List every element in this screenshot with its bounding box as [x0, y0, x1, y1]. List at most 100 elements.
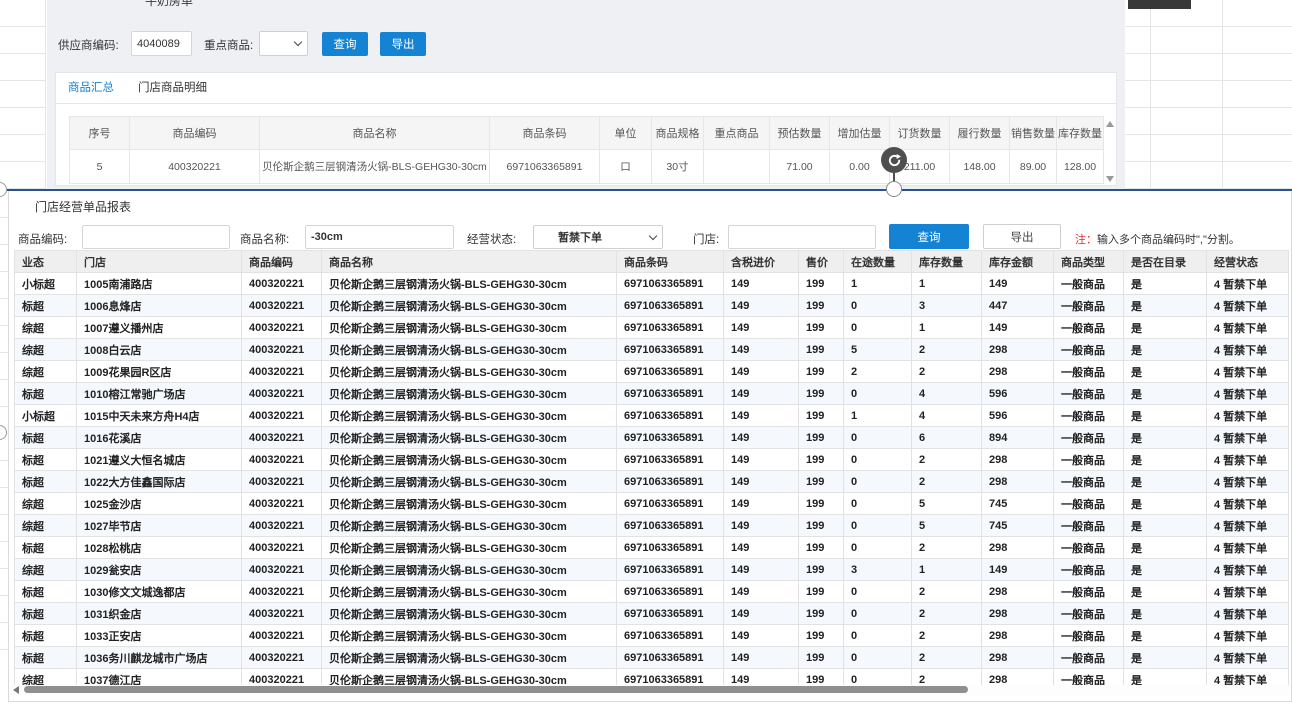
- cell: 298: [982, 361, 1054, 383]
- cell: 149: [724, 273, 799, 295]
- cell: 综超: [15, 317, 77, 339]
- header-cell: 履行数量: [950, 117, 1010, 150]
- cell: 2: [912, 603, 982, 625]
- cell: 745: [982, 515, 1054, 537]
- cell: 199: [799, 383, 844, 405]
- cell: 1: [912, 317, 982, 339]
- cell: 贝伦斯企鹅三层钢清汤火锅-BLS-GEHG30-30cm: [322, 625, 617, 647]
- cell: 贝伦斯企鹅三层钢清汤火锅-BLS-GEHG30-30cm: [322, 581, 617, 603]
- header-cell: 经营状态: [1207, 251, 1289, 273]
- cell: 一般商品: [1054, 581, 1124, 603]
- triangle-down-icon[interactable]: [1106, 176, 1114, 182]
- cell: 199: [799, 515, 844, 537]
- tab-store-product-detail[interactable]: 门店商品明细: [126, 73, 219, 104]
- bottom-export-button[interactable]: 导出: [983, 224, 1061, 249]
- cell: 149: [724, 405, 799, 427]
- cell: 1031织金店: [77, 603, 242, 625]
- cell: 400320221: [242, 427, 322, 449]
- cell: 4 暂禁下单: [1207, 559, 1289, 581]
- cell: 4 暂禁下单: [1207, 493, 1289, 515]
- cell: 口: [600, 150, 652, 184]
- header-cell: 重点商品: [704, 117, 770, 150]
- cell: 一般商品: [1054, 273, 1124, 295]
- table-row: 标超1016花溪店400320221贝伦斯企鹅三层钢清汤火锅-BLS-GEHG3…: [15, 427, 1289, 449]
- cell: 贝伦斯企鹅三层钢清汤火锅-BLS-GEHG30-30cm: [322, 647, 617, 669]
- grid-column-line: [45, 0, 46, 189]
- cell: 一般商品: [1054, 449, 1124, 471]
- cell: 2: [844, 361, 912, 383]
- cell: 4 暂禁下单: [1207, 581, 1289, 603]
- cell: 0: [844, 537, 912, 559]
- table-row: 小标超1015中天未来方舟H4店400320221贝伦斯企鹅三层钢清汤火锅-BL…: [15, 405, 1289, 427]
- cell: 标超: [15, 471, 77, 493]
- product-name-input[interactable]: [305, 225, 454, 249]
- cell: 贝伦斯企鹅三层钢清汤火锅-BLS-GEHG30-30cm: [322, 317, 617, 339]
- store-label: 门店:: [693, 231, 719, 247]
- supplier-code-input[interactable]: [131, 31, 192, 56]
- cell: 标超: [15, 647, 77, 669]
- spreadsheet-grid-left: [0, 0, 46, 189]
- header-cell: 商品名称: [260, 117, 490, 150]
- table-row: 标超1010榕江常驰广场店400320221贝伦斯企鹅三层钢清汤火锅-BLS-G…: [15, 383, 1289, 405]
- cell: 是: [1124, 581, 1207, 603]
- cell: 149: [982, 559, 1054, 581]
- cell: 199: [799, 295, 844, 317]
- cell: 1029瓮安店: [77, 559, 242, 581]
- key-product-select[interactable]: [259, 31, 308, 56]
- cell: 400320221: [242, 295, 322, 317]
- cell: 一般商品: [1054, 493, 1124, 515]
- refresh-icon[interactable]: [881, 147, 907, 173]
- cell: 1: [844, 405, 912, 427]
- cell: 199: [799, 361, 844, 383]
- cell: 0: [844, 427, 912, 449]
- triangle-left-icon[interactable]: [13, 686, 19, 694]
- header-cell: 商品编码: [242, 251, 322, 273]
- cell: 400320221: [242, 449, 322, 471]
- horizontal-scrollbar[interactable]: [10, 685, 1290, 695]
- cell: 是: [1124, 405, 1207, 427]
- product-code-input[interactable]: [82, 225, 230, 249]
- cell: 149: [724, 449, 799, 471]
- cell: 一般商品: [1054, 537, 1124, 559]
- cell: 5: [70, 150, 130, 184]
- cell: 298: [982, 471, 1054, 493]
- cell: 128.00: [1057, 150, 1104, 184]
- cell: 0: [844, 449, 912, 471]
- cell: 149: [724, 581, 799, 603]
- header-cell: 库存金额: [982, 251, 1054, 273]
- cell: 一般商品: [1054, 405, 1124, 427]
- cell: 1033正安店: [77, 625, 242, 647]
- cell: 贝伦斯企鹅三层钢清汤火锅-BLS-GEHG30-30cm: [322, 537, 617, 559]
- bottom-query-button[interactable]: 查询: [889, 224, 969, 249]
- cell: 0: [844, 581, 912, 603]
- cell: 6971063365891: [617, 559, 724, 581]
- cell: 199: [799, 273, 844, 295]
- cell: 一般商品: [1054, 603, 1124, 625]
- cell: 贝伦斯企鹅三层钢清汤火锅-BLS-GEHG30-30cm: [322, 405, 617, 427]
- cell: 是: [1124, 537, 1207, 559]
- cell: 3: [844, 559, 912, 581]
- cell: 149: [724, 647, 799, 669]
- splitter-drag-handle[interactable]: [886, 181, 902, 197]
- cell: 是: [1124, 493, 1207, 515]
- store-input[interactable]: [728, 225, 876, 249]
- cell: 是: [1124, 361, 1207, 383]
- cell: 199: [799, 405, 844, 427]
- table-row: 综超1025金沙店400320221贝伦斯企鹅三层钢清汤火锅-BLS-GEHG3…: [15, 493, 1289, 515]
- triangle-up-icon[interactable]: [1106, 121, 1114, 127]
- cell: 149: [724, 559, 799, 581]
- cell: 6971063365891: [617, 493, 724, 515]
- cell: 一般商品: [1054, 339, 1124, 361]
- status-select[interactable]: 暂禁下单: [533, 225, 663, 249]
- top-query-button[interactable]: 查询: [322, 32, 368, 56]
- clipped-page-title: 牛奶房单: [145, 0, 265, 7]
- tab-product-summary[interactable]: 商品汇总: [56, 73, 126, 104]
- grid-column-line: [1222, 0, 1223, 189]
- cell: 是: [1124, 449, 1207, 471]
- cell: 400320221: [242, 603, 322, 625]
- top-export-button[interactable]: 导出: [380, 32, 426, 56]
- cell: 400320221: [242, 647, 322, 669]
- cell: 1: [844, 273, 912, 295]
- cell: 4 暂禁下单: [1207, 427, 1289, 449]
- scrollbar-thumb[interactable]: [24, 686, 968, 693]
